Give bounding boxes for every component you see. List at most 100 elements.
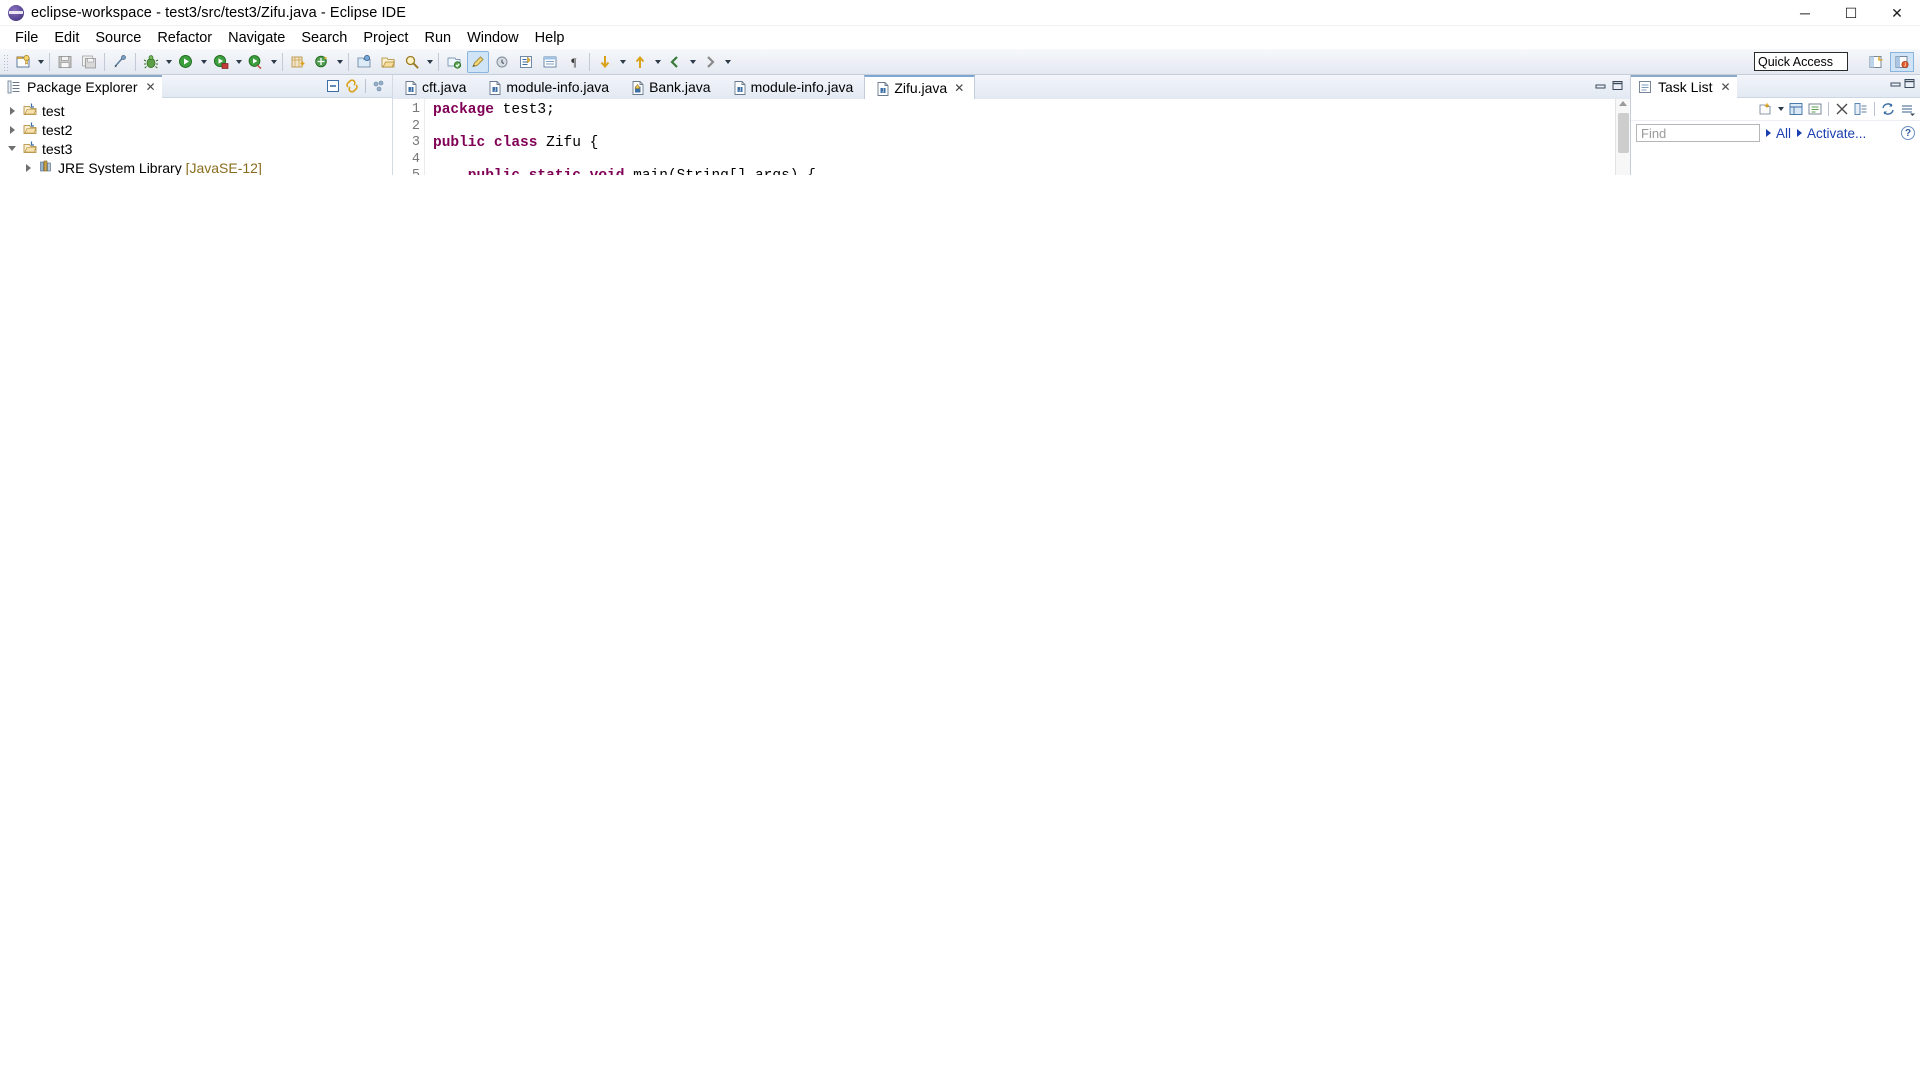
editor-tab-zifu-java[interactable]: J Zifu.java ✕ [864, 75, 976, 99]
new-wizard-button[interactable] [12, 51, 34, 73]
minimize-button[interactable]: ─ [1782, 0, 1828, 26]
synchronize-changed-button[interactable] [1879, 100, 1897, 118]
debug-button[interactable] [140, 51, 162, 73]
toolbar-grip[interactable] [3, 52, 8, 71]
code-content[interactable]: package test3; public class Zifu { publi… [425, 99, 1615, 175]
skip-all-breakpoints-button[interactable] [109, 51, 131, 73]
new-java-project-button[interactable] [287, 51, 309, 73]
quick-access-input[interactable]: Quick Access [1754, 52, 1848, 71]
menu-help[interactable]: Help [527, 28, 573, 48]
tree-item-test[interactable]: test [0, 101, 392, 120]
forward-dropdown[interactable] [722, 51, 733, 73]
menu-search[interactable]: Search [293, 28, 355, 48]
scroll-up-arrow-icon[interactable] [1619, 101, 1627, 106]
tree-item-test3[interactable]: test3 [0, 139, 392, 158]
open-type-button[interactable] [353, 51, 375, 73]
menu-project[interactable]: Project [355, 28, 416, 48]
menu-file[interactable]: File [7, 28, 46, 48]
find-input[interactable]: Find [1636, 124, 1760, 142]
debug-dropdown[interactable] [163, 51, 174, 73]
forward-button[interactable] [699, 51, 721, 73]
coverage-dropdown[interactable] [233, 51, 244, 73]
package-explorer-close-icon[interactable]: ✕ [146, 81, 156, 93]
maximize-task-list-icon[interactable] [1903, 77, 1916, 95]
chevron-right-icon[interactable] [20, 160, 36, 176]
menu-window[interactable]: Window [459, 28, 527, 48]
editor-tab-module-info-java-2[interactable]: J module-info.java [722, 75, 865, 99]
run-button[interactable] [175, 51, 197, 73]
code-editor[interactable]: 1 2 3 4 5 package test3; public class Zi… [393, 99, 1630, 175]
save-button[interactable] [54, 51, 76, 73]
search-dropdown[interactable] [424, 51, 435, 73]
next-annotation-dropdown[interactable] [617, 51, 628, 73]
chevron-right-icon[interactable] [4, 122, 20, 138]
next-annotation-button[interactable] [594, 51, 616, 73]
workbench: Package Explorer ✕ test test2 test3 JRE … [0, 75, 1920, 175]
editor-tab-bank-java[interactable]: Bank.java [620, 75, 721, 99]
link-with-editor-button[interactable] [343, 77, 361, 95]
chevron-down-icon[interactable] [4, 141, 20, 157]
last-edit-location-button[interactable] [443, 51, 465, 73]
maximize-editor-icon[interactable] [1611, 79, 1624, 97]
collapse-all-button[interactable] [324, 77, 342, 95]
focus-on-workweek-button[interactable] [1833, 100, 1851, 118]
maximize-button[interactable]: ☐ [1828, 0, 1874, 26]
search-button[interactable] [401, 51, 423, 73]
external-tools-button[interactable] [245, 51, 267, 73]
activate-link[interactable]: Activate... [1797, 126, 1866, 141]
collapse-all-button[interactable] [1852, 100, 1870, 118]
editor-tab-close-icon[interactable]: ✕ [954, 81, 964, 95]
view-menu-button[interactable] [1898, 100, 1916, 118]
previous-annotation-dropdown[interactable] [652, 51, 663, 73]
tab-package-explorer[interactable]: Package Explorer ✕ [0, 75, 162, 98]
editor-vertical-scrollbar[interactable] [1615, 99, 1630, 175]
menu-run[interactable]: Run [416, 28, 459, 48]
menu-edit[interactable]: Edit [46, 28, 87, 48]
editor-area: J cft.java J module-info.java Bank.java … [392, 75, 1630, 175]
toolbar-separator [438, 52, 439, 71]
task-list-close-icon[interactable]: ✕ [1720, 81, 1730, 93]
close-button[interactable]: ✕ [1874, 0, 1920, 26]
save-all-button[interactable] [78, 51, 100, 73]
new-task-button[interactable] [1756, 100, 1774, 118]
previous-annotation-button[interactable] [629, 51, 651, 73]
minimize-editor-icon[interactable] [1594, 79, 1607, 97]
open-task-button[interactable] [491, 51, 513, 73]
categorized-presentation-button[interactable] [1787, 100, 1805, 118]
editor-tab-cft-java[interactable]: J cft.java [393, 75, 477, 99]
all-filter-link[interactable]: All [1766, 126, 1791, 141]
tree-item-jre-system-library[interactable]: JRE System Library [JavaSE-12] [0, 158, 392, 175]
back-button[interactable] [664, 51, 686, 73]
help-icon[interactable]: ? [1901, 126, 1915, 140]
task-list-window-controls [1889, 77, 1920, 95]
coverage-button[interactable] [210, 51, 232, 73]
menu-navigate[interactable]: Navigate [220, 28, 293, 48]
tree-item-test2[interactable]: test2 [0, 120, 392, 139]
editor-tab-module-info-java-1[interactable]: J module-info.java [477, 75, 620, 99]
chevron-right-icon[interactable] [4, 103, 20, 119]
external-tools-dropdown[interactable] [268, 51, 279, 73]
run-dropdown[interactable] [198, 51, 209, 73]
show-source-button[interactable] [515, 51, 537, 73]
new-task-dropdown[interactable] [1775, 100, 1786, 118]
pilcrow-button[interactable]: ¶ [563, 51, 585, 73]
scheduled-presentation-button[interactable] [1806, 100, 1824, 118]
package-explorer-tree[interactable]: test test2 test3 JRE System Library [Jav… [0, 98, 392, 175]
new-package-dropdown[interactable] [334, 51, 345, 73]
menu-source[interactable]: Source [87, 28, 149, 48]
view-menu-button[interactable] [370, 77, 388, 95]
java-perspective-button[interactable]: J [1890, 52, 1914, 72]
new-package-button[interactable] [311, 51, 333, 73]
open-perspective-button[interactable] [1864, 52, 1888, 72]
tab-task-list[interactable]: Task List ✕ [1631, 75, 1737, 98]
minimize-task-list-icon[interactable] [1889, 77, 1902, 95]
toggle-mark-occurrences-button[interactable] [467, 50, 489, 73]
menu-refactor[interactable]: Refactor [149, 28, 220, 48]
scrollbar-thumb[interactable] [1618, 113, 1629, 153]
new-wizard-dropdown[interactable] [35, 51, 46, 73]
back-dropdown[interactable] [687, 51, 698, 73]
java-file-warning-icon [630, 80, 644, 95]
toolbar-separator [49, 52, 50, 71]
show-outline-button[interactable] [539, 51, 561, 73]
open-folder-button[interactable] [377, 51, 399, 73]
